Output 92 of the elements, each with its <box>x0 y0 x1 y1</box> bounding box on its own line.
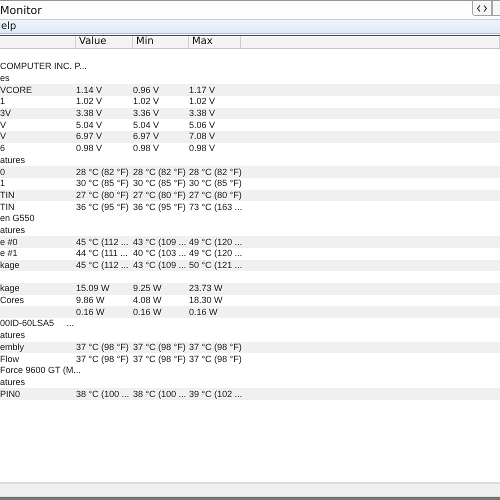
sensor-label: Cores <box>0 295 24 306</box>
sensor-label: embly <box>0 342 24 353</box>
table-cell: 30 °C (85 °F) <box>76 178 129 190</box>
table-cell: 39 °C (102 ... <box>189 388 242 400</box>
table-cell: 45 °C (112 ... <box>76 236 128 248</box>
table-cell: 27 °C (80 °F) <box>133 190 186 201</box>
table-cell: 0.98 V <box>76 143 102 154</box>
restore-button[interactable] <box>472 1 492 16</box>
table-cell: 9.25 W <box>133 283 162 294</box>
table-cell: 27 °C (80 °F) <box>189 190 242 201</box>
table-cell: 6.97 V <box>76 131 102 142</box>
sensor-label: Flow <box>0 354 20 365</box>
table-cell: 50 °C (121 ... <box>189 260 242 272</box>
table-cell: 7.08 V <box>189 131 216 142</box>
sensor-label: 3V <box>0 108 12 120</box>
table-cell: 43 °C (109 ... <box>133 260 186 272</box>
table-cell: 5.06 V <box>189 120 216 131</box>
sensor-label: TIN <box>0 202 14 213</box>
table-cell: 28 °C (82 °F) <box>189 166 242 178</box>
window-title: Monitor <box>0 4 42 16</box>
sensor-label: TIN <box>0 190 14 201</box>
table-cell: 37 °C (98 °F) <box>133 342 186 353</box>
table-cell: 1.02 V <box>189 96 216 108</box>
table-cell: 18.30 W <box>189 295 223 306</box>
window-button[interactable] <box>492 1 500 16</box>
table-cell: 28 °C (82 °F) <box>76 166 129 178</box>
column-header[interactable]: Min <box>133 36 189 48</box>
sensor-label: 1 <box>0 96 6 108</box>
table-cell: 0.96 V <box>133 84 160 96</box>
table-cell: 3.38 V <box>189 108 216 120</box>
table-cell: 49 °C (120 ... <box>189 236 242 248</box>
sensor-label: V <box>0 120 6 131</box>
sensor-label: PIN0 <box>0 388 20 400</box>
table-cell: 3.36 V <box>133 108 160 120</box>
sensor-label: e #1 <box>0 248 18 260</box>
table-cell: 15.09 W <box>76 283 110 294</box>
table-cell: 40 °C (103 ... <box>133 248 186 260</box>
sensor-label: es <box>0 73 10 84</box>
sensor-label: Force 9600 GT (M... <box>0 365 81 376</box>
table-cell: 37 °C (98 °F) <box>189 342 242 353</box>
table-cell: 36 °C (95 °F) <box>76 202 129 213</box>
table-cell: 27 °C (80 °F) <box>76 190 129 201</box>
sensor-label: VCORE <box>0 84 32 96</box>
sensor-label: V <box>0 131 6 142</box>
sensor-label: atures <box>0 224 26 236</box>
column-header[interactable]: Value <box>76 36 133 48</box>
table-cell: 23.73 W <box>189 283 223 294</box>
table-cell: 37 °C (98 °F) <box>189 354 242 365</box>
table-cell: 37 °C (98 °F) <box>133 354 186 365</box>
table-cell: 1.02 V <box>133 96 160 108</box>
table-cell: 1.17 V <box>189 84 216 96</box>
table-cell: 28 °C (82 °F) <box>133 166 186 178</box>
table-cell: 3.38 V <box>76 108 102 120</box>
table-cell: 73 °C (163 ... <box>189 202 242 213</box>
table-cell: 5.04 V <box>133 120 160 131</box>
table-cell: 30 °C (85 °F) <box>133 178 186 190</box>
table-cell: 44 °C (111 ... <box>76 248 128 260</box>
table-cell: 6.97 V <box>133 131 160 142</box>
table-cell: 1.14 V <box>76 84 102 96</box>
sensor-label: 0 <box>0 166 6 178</box>
sensor-label: COMPUTER INC. P... <box>0 61 87 72</box>
sensor-label: 6 <box>0 143 6 154</box>
sensor-label: kage <box>0 260 20 272</box>
table-cell: 38 °C (100 ... <box>133 388 186 400</box>
table-cell: 30 °C (85 °F) <box>189 178 242 190</box>
table-cell: 45 °C (112 ... <box>76 260 128 272</box>
table-cell: 0.16 W <box>76 306 105 318</box>
sensor-label: kage <box>0 283 20 294</box>
sensor-label: atures <box>0 330 26 342</box>
table-cell: 38 °C (100 ... <box>76 388 130 400</box>
sensor-label: e #0 <box>0 236 18 248</box>
table-cell: 36 °C (95 °F) <box>133 202 186 213</box>
table-cell: 0.98 V <box>189 143 216 154</box>
sensor-label: en G550 <box>0 213 35 224</box>
sensor-label: atures <box>0 376 26 388</box>
sensor-label: 00ID-60LSA5 ... <box>0 318 74 330</box>
sensor-label: atures <box>0 154 26 166</box>
table-cell: 4.08 W <box>133 295 162 306</box>
table-cell: 43 °C (109 ... <box>133 236 186 248</box>
menu-item[interactable]: elp <box>0 21 20 32</box>
arrows-icon <box>477 4 487 12</box>
table-cell: 1.02 V <box>76 96 102 108</box>
table-cell: 9.86 W <box>76 295 105 306</box>
table-cell: 49 °C (120 ... <box>189 248 242 260</box>
table-cell: 0.16 W <box>189 306 218 318</box>
table-cell: 0.16 W <box>133 306 162 318</box>
table-cell: 5.04 V <box>76 120 102 131</box>
table-cell: 37 °C (98 °F) <box>76 342 129 353</box>
column-header[interactable]: Max <box>189 36 241 48</box>
sensor-label: 1 <box>0 178 6 190</box>
table-cell: 37 °C (98 °F) <box>76 354 129 365</box>
table-cell: 0.98 V <box>133 143 160 154</box>
